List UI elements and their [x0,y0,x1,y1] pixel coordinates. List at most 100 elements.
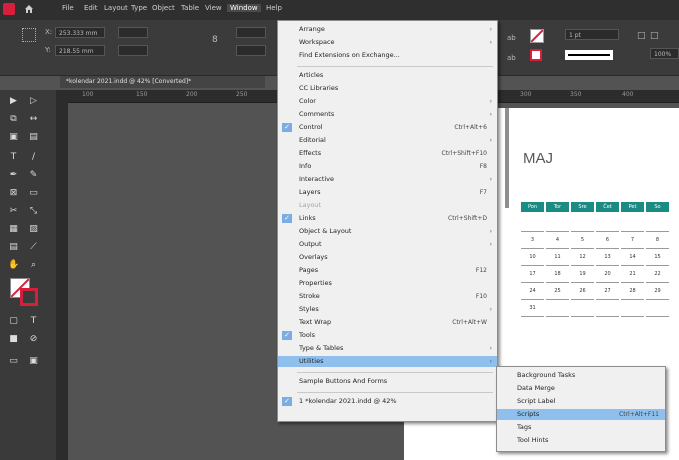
menu-help[interactable]: Help [266,4,282,12]
window-menu-item-utilities[interactable]: Utilities › [278,356,497,367]
normal-view-icon[interactable]: ▭ [8,356,19,367]
menu-table[interactable]: Table [181,4,199,12]
stroke-weight-field[interactable]: 1 pt [565,29,619,40]
apply-color-icon[interactable]: ■ [8,334,19,345]
formatting-container-icon[interactable]: ▢ [8,316,19,327]
calendar-date-cell [596,301,619,317]
window-menu-item-arrange[interactable]: Arrange › [278,24,497,35]
utilities-item-background-tasks[interactable]: Background Tasks [497,370,665,381]
window-menu-item-type-tables[interactable]: Type & Tables › [278,343,497,354]
window-menu-item-workspace[interactable]: Workspace › [278,37,497,48]
stroke-swatch[interactable] [530,49,542,61]
window-menu-item-properties[interactable]: Properties [278,278,497,289]
content-collector-icon[interactable]: ▣ [8,132,19,143]
x-field[interactable]: 253.333 mm [55,27,105,38]
type-tool-icon[interactable]: T [8,152,19,163]
link-icon[interactable]: 8 [212,35,218,45]
menu-item-shortcut: Ctrl+Alt+6 [454,124,487,131]
menu-item-label: Comments [299,110,335,118]
menu-view[interactable]: View [205,4,222,12]
frame-icon[interactable]: □ [637,31,646,41]
home-icon[interactable] [24,4,34,14]
vertical-ruler[interactable] [56,102,68,460]
window-menu-item-styles[interactable]: Styles › [278,304,497,315]
window-menu-item-control[interactable]: ✓ Control Ctrl+Alt+6 [278,122,497,133]
window-menu-item-output[interactable]: Output › [278,239,497,250]
free-transform-tool-icon[interactable]: ⤡ [28,206,39,217]
window-menu-item-links[interactable]: ✓ Links Ctrl+Shift+D [278,213,497,224]
menu-item-label: Info [299,162,312,170]
rectangle-tool-icon[interactable]: ▭ [28,188,39,199]
utilities-item-tags[interactable]: Tags [497,422,665,433]
gradient-swatch-tool-icon[interactable]: ▦ [8,224,19,235]
corner-icon[interactable]: □ [650,31,659,41]
submenu-item-label: Script Label [517,397,556,405]
window-menu-item-articles[interactable]: Articles [278,70,497,81]
window-menu-item-object-layout[interactable]: Object & Layout › [278,226,497,237]
gap-tool-icon[interactable]: ↔ [28,114,39,125]
window-menu-item-info[interactable]: Info F8 [278,161,497,172]
window-menu-item-comments[interactable]: Comments › [278,109,497,120]
hand-tool-icon[interactable]: ✋ [8,260,19,271]
stroke-color-swatch[interactable] [20,288,38,306]
scale-y-field[interactable] [236,45,266,56]
pen-tool-icon[interactable]: ✒ [8,170,19,181]
document-tab[interactable]: *kolendar 2021.indd @ 42% [Converted]* [60,76,265,88]
menu-item-label: CC Libraries [299,84,339,92]
utilities-item-tool-hints[interactable]: Tool Hints [497,435,665,446]
pencil-tool-icon[interactable]: ✎ [28,170,39,181]
window-menu-item-effects[interactable]: Effects Ctrl+Shift+F10 [278,148,497,159]
reference-point-icon[interactable] [22,28,36,42]
window-menu-item-text-wrap[interactable]: Text Wrap Ctrl+Alt+W [278,317,497,328]
utilities-item-script-label[interactable]: Script Label [497,396,665,407]
window-menu-item-color[interactable]: Color › [278,96,497,107]
formatting-text-icon[interactable]: T [28,316,39,327]
calendar-date-cell [646,301,669,317]
menu-object[interactable]: Object [152,4,175,12]
page-tool-icon[interactable]: ⧉ [8,114,19,125]
stroke-type-dropdown[interactable] [565,50,613,60]
scale-x-field[interactable] [236,27,266,38]
window-menu-item-sample-buttons-and-forms[interactable]: Sample Buttons And Forms [278,376,497,387]
menu-item-label: Editorial [299,136,326,144]
menu-type[interactable]: Type [131,4,147,12]
calendar-day-header: Tor [546,202,569,212]
w-field[interactable] [118,27,148,38]
window-menu-item-stroke[interactable]: Stroke F10 [278,291,497,302]
y-field[interactable]: 218.55 mm [55,45,105,56]
window-menu-item-pages[interactable]: Pages F12 [278,265,497,276]
menu-file[interactable]: File [62,4,74,12]
selection-tool-icon[interactable]: ▶ [8,96,19,107]
ruler-tick: 350 [570,91,582,98]
direct-selection-tool-icon[interactable]: ▷ [28,96,39,107]
apply-none-icon[interactable]: ⊘ [28,334,39,345]
zoom-tool-icon[interactable]: ⌕ [28,260,39,271]
note-tool-icon[interactable]: ▤ [8,242,19,253]
content-placer-icon[interactable]: ▤ [28,132,39,143]
h-field[interactable] [118,45,148,56]
utilities-item-scripts[interactable]: Scripts Ctrl+Alt+F11 [497,409,665,420]
line-tool-icon[interactable]: / [28,152,39,163]
window-menu-item-interactive[interactable]: Interactive › [278,174,497,185]
menu-edit[interactable]: Edit [84,4,98,12]
menu-layout[interactable]: Layout [104,4,128,12]
window-menu-item-editorial[interactable]: Editorial › [278,135,497,146]
window-menu-item-layers[interactable]: Layers F7 [278,187,497,198]
window-menu-item-tools[interactable]: ✓ Tools [278,330,497,341]
screen-mode-icon[interactable]: ▣ [28,356,39,367]
gradient-feather-tool-icon[interactable]: ▨ [28,224,39,235]
utilities-item-data-merge[interactable]: Data Merge [497,383,665,394]
window-menu-item-find-extensions-on-exchange[interactable]: Find Extensions on Exchange... [278,50,497,61]
rectangle-frame-tool-icon[interactable]: ⊠ [8,188,19,199]
menu-item-label: Control [299,123,323,131]
fill-swatch[interactable] [530,29,544,43]
window-menu-item-cc-libraries[interactable]: CC Libraries [278,83,497,94]
menu-separator [297,372,493,373]
menu-item-shortcut: Ctrl+Alt+W [452,319,487,326]
eyedropper-tool-icon[interactable]: ⟋ [28,242,39,253]
opacity-field[interactable]: 100% [650,48,679,59]
menu-window[interactable]: Window [227,4,261,12]
window-menu-item-1-kolendar-2021-indd-42[interactable]: ✓ 1 *kolendar 2021.indd @ 42% [278,396,497,407]
scissors-tool-icon[interactable]: ✂ [8,206,19,217]
window-menu-item-overlays[interactable]: Overlays [278,252,497,263]
